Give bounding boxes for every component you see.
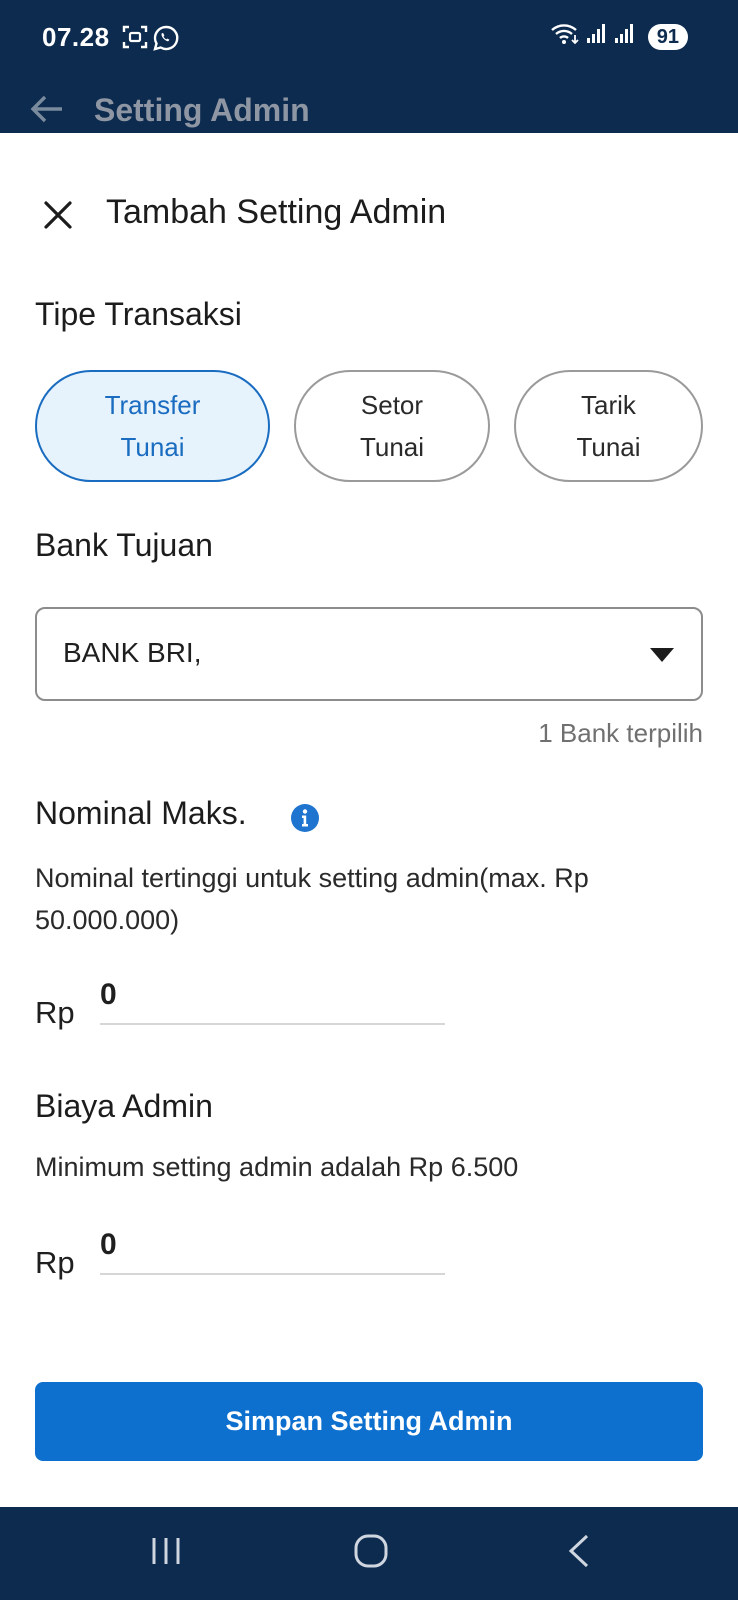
battery-icon: 91 [647,23,688,50]
admin-fee-currency: Rp [35,1245,75,1280]
max-nominal-input[interactable] [100,967,445,1025]
status-right-cluster: 91 [550,22,688,51]
status-time: 07.28 [42,22,110,52]
bottom-sheet: Tambah Setting Admin Tipe Transaksi Tran… [0,133,738,1507]
admin-fee-description: Minimum setting admin adalah Rp 6.500 [35,1152,519,1182]
save-button[interactable]: Simpan Setting Admin [35,1382,703,1461]
chip-tarik-tunai[interactable]: Tarik Tunai [514,370,703,482]
chip-label-line1: Setor [360,390,424,420]
back-button[interactable] [548,1533,608,1573]
close-button[interactable] [38,197,78,237]
max-nominal-label: Nominal Maks. [35,795,247,831]
chip-label-line2: Tunai [576,432,641,462]
screenshot-icon [122,24,148,55]
chip-setor-tunai[interactable]: Setor Tunai [294,370,490,482]
bank-dropdown[interactable]: BANK BRI, [35,607,703,701]
whatsapp-icon [152,24,180,57]
signal-icon [586,23,608,50]
status-bar: 07.28 91 [0,0,738,80]
sheet-title: Tambah Setting Admin [106,193,447,231]
arrow-left-icon[interactable] [30,94,64,129]
close-icon [43,200,73,235]
navigation-bar [0,1507,738,1600]
info-icon[interactable] [290,803,320,838]
wifi-icon [550,22,580,51]
max-nominal-currency: Rp [35,995,75,1030]
admin-fee-label: Biaya Admin [35,1088,213,1124]
app-bar: Setting Admin [0,80,738,133]
recent-apps-button[interactable] [136,1533,196,1573]
home-icon [354,1534,388,1573]
chip-label-line2: Tunai [359,432,425,462]
transaction-type-label: Tipe Transaksi [35,296,242,332]
bank-dropdown-value: BANK BRI, [63,637,202,668]
signal-icon [614,23,636,50]
chip-label-line1: Transfer [104,390,201,420]
chip-transfer-tunai[interactable]: Transfer Tunai [35,370,270,482]
chip-label-line2: Tunai [120,432,185,462]
recent-apps-icon [150,1536,182,1571]
home-button[interactable] [341,1533,401,1573]
chip-label-line1: Tarik [581,390,636,420]
max-nominal-description: Nominal tertinggi untuk setting admin(ma… [35,863,589,935]
bank-label: Bank Tujuan [35,527,213,563]
caret-down-icon [649,647,675,668]
page-title: Setting Admin [94,92,310,128]
admin-fee-input[interactable] [100,1217,445,1275]
bank-helper-text: 1 Bank terpilih [538,718,703,748]
back-icon [565,1534,591,1573]
